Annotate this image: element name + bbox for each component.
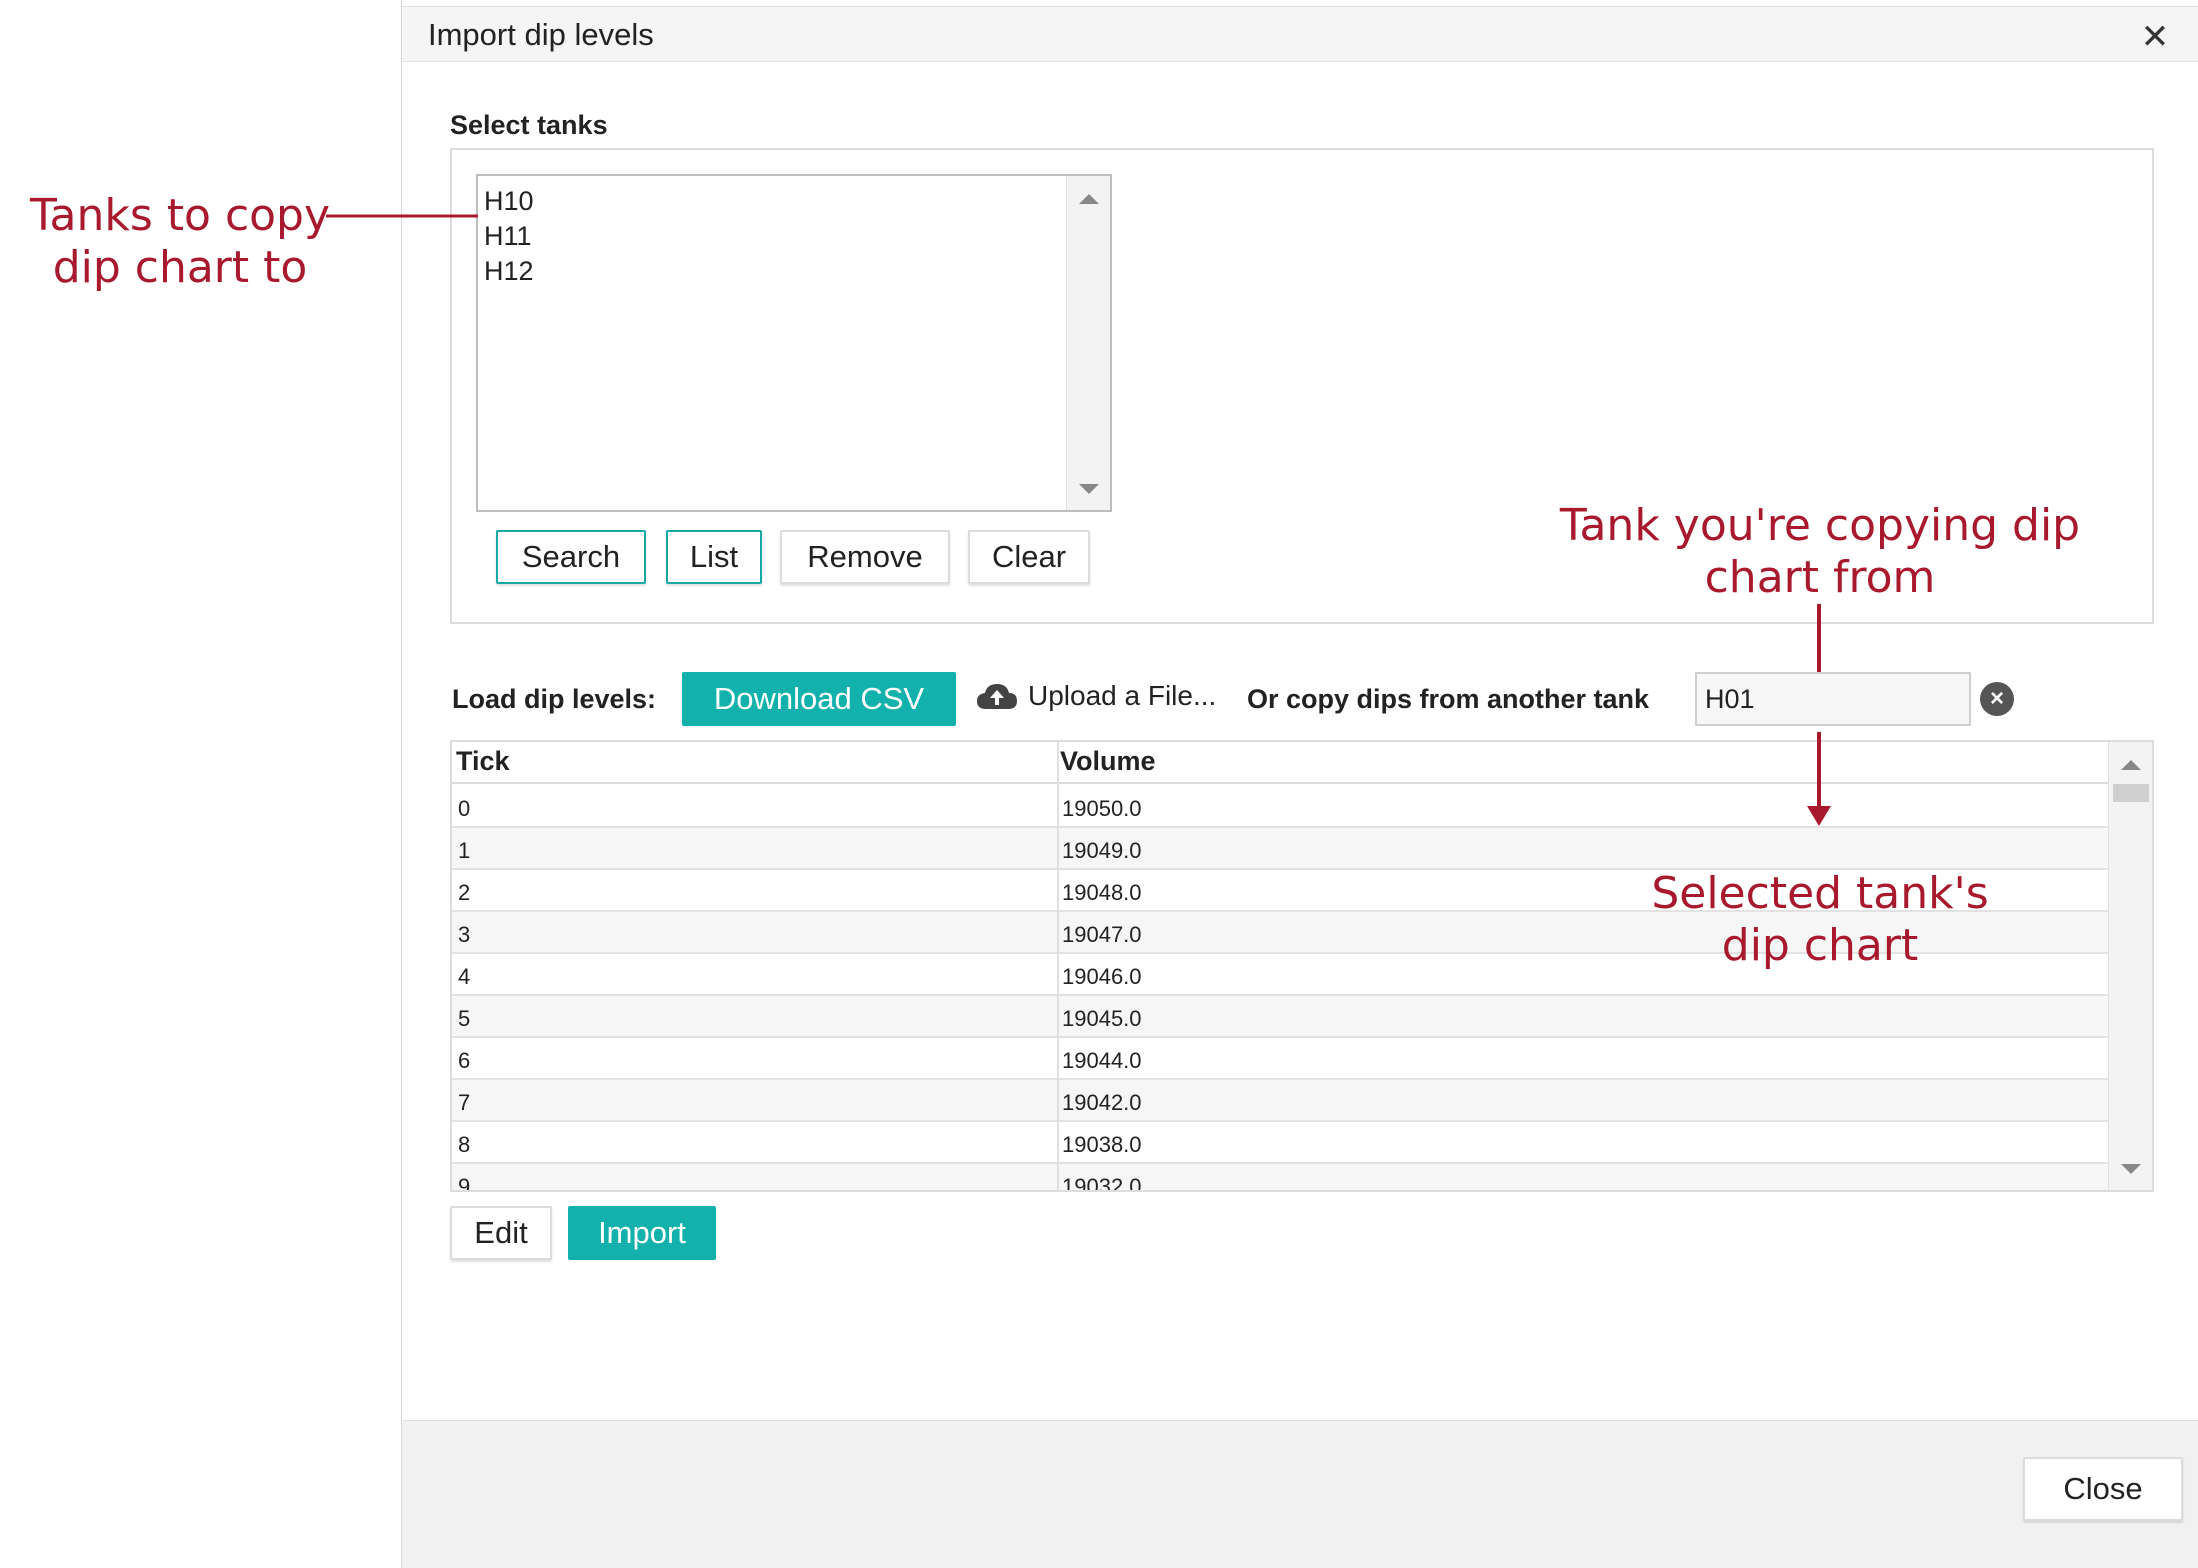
table-row[interactable]: 7 19042.0 — [452, 1080, 2108, 1122]
cell-volume: 19038.0 — [1062, 1132, 1142, 1157]
table-header: Tick Volume — [452, 742, 2108, 784]
cell-volume: 19044.0 — [1062, 1048, 1142, 1073]
table-row[interactable]: 5 19045.0 — [452, 996, 2108, 1038]
annotation-tank-from: Tank you're copying dip chart from — [1559, 500, 2081, 603]
cell-tick: 4 — [458, 964, 471, 989]
column-header-volume[interactable]: Volume — [1060, 746, 1156, 777]
listbox-scrollbar[interactable] — [1066, 176, 1110, 510]
table-scrollbar[interactable] — [2108, 742, 2152, 1190]
dialog-titlebar: Import dip levels ✕ — [402, 6, 2198, 62]
download-csv-button[interactable]: Download CSV — [682, 672, 956, 726]
scroll-down-icon[interactable] — [2121, 1164, 2141, 1174]
close-button[interactable]: Close — [2023, 1457, 2183, 1521]
upload-file-link[interactable]: Upload a File... — [976, 680, 1216, 712]
cell-volume: 19046.0 — [1062, 964, 1142, 989]
upload-file-label[interactable]: Upload a File... — [1028, 680, 1216, 712]
copy-from-tank-input[interactable] — [1695, 672, 1971, 726]
cell-volume: 19049.0 — [1062, 838, 1142, 863]
cell-volume: 19045.0 — [1062, 1006, 1142, 1031]
cell-tick: 3 — [458, 922, 471, 947]
load-dip-levels-label: Load dip levels: — [452, 684, 657, 714]
import-button[interactable]: Import — [568, 1206, 716, 1260]
dialog-footer: Close — [402, 1420, 2198, 1568]
clear-button[interactable]: Clear — [968, 530, 1090, 584]
cell-volume: 19047.0 — [1062, 922, 1142, 947]
remove-button[interactable]: Remove — [780, 530, 950, 584]
table-row[interactable]: 1 19049.0 — [452, 828, 2108, 870]
scroll-down-icon[interactable] — [1079, 484, 1099, 494]
list-button[interactable]: List — [666, 530, 762, 584]
cell-tick: 1 — [458, 838, 471, 863]
search-button[interactable]: Search — [496, 530, 646, 584]
cell-volume: 19032.0 — [1062, 1174, 1142, 1192]
import-dip-levels-dialog: Import dip levels ✕ Select tanks H10 H11… — [401, 0, 2198, 1568]
tanks-listbox[interactable]: H10 H11 H12 — [476, 174, 1112, 512]
cell-volume: 19048.0 — [1062, 880, 1142, 905]
table-row[interactable]: 9 19032.0 — [452, 1164, 2108, 1192]
close-icon[interactable]: ✕ — [2139, 20, 2171, 54]
clear-circle-icon[interactable]: × — [1980, 682, 2014, 716]
cell-tick: 6 — [458, 1048, 471, 1073]
scroll-thumb[interactable] — [2113, 784, 2149, 802]
cell-tick: 0 — [458, 796, 471, 821]
listbox-item[interactable]: H11 — [484, 221, 532, 252]
table-row[interactable]: 6 19044.0 — [452, 1038, 2108, 1080]
listbox-item[interactable]: H10 — [484, 186, 534, 217]
cell-tick: 7 — [458, 1090, 471, 1115]
annotation-selected-chart: Selected tank's dip chart — [1651, 868, 1989, 971]
scroll-up-icon[interactable] — [1079, 194, 1099, 204]
cell-tick: 5 — [458, 1006, 471, 1031]
cell-volume: 19042.0 — [1062, 1090, 1142, 1115]
cell-tick: 9 — [458, 1174, 471, 1192]
annotation-tanks-to: Tanks to copy dip chart to — [29, 190, 331, 293]
table-row[interactable]: 8 19038.0 — [452, 1122, 2108, 1164]
cell-tick: 8 — [458, 1132, 471, 1157]
dialog-title: Import dip levels — [428, 17, 654, 52]
column-header-tick[interactable]: Tick — [456, 746, 510, 777]
copy-dips-label: Or copy dips from another tank — [1247, 684, 1650, 714]
edit-button[interactable]: Edit — [450, 1206, 552, 1260]
select-tanks-label: Select tanks — [450, 110, 608, 140]
listbox-item[interactable]: H12 — [484, 256, 534, 287]
cell-volume: 19050.0 — [1062, 796, 1142, 821]
cell-tick: 2 — [458, 880, 471, 905]
column-divider — [1057, 742, 1059, 1190]
cloud-upload-icon — [977, 684, 1017, 709]
scroll-up-icon[interactable] — [2121, 760, 2141, 770]
table-row[interactable]: 0 19050.0 — [452, 786, 2108, 828]
